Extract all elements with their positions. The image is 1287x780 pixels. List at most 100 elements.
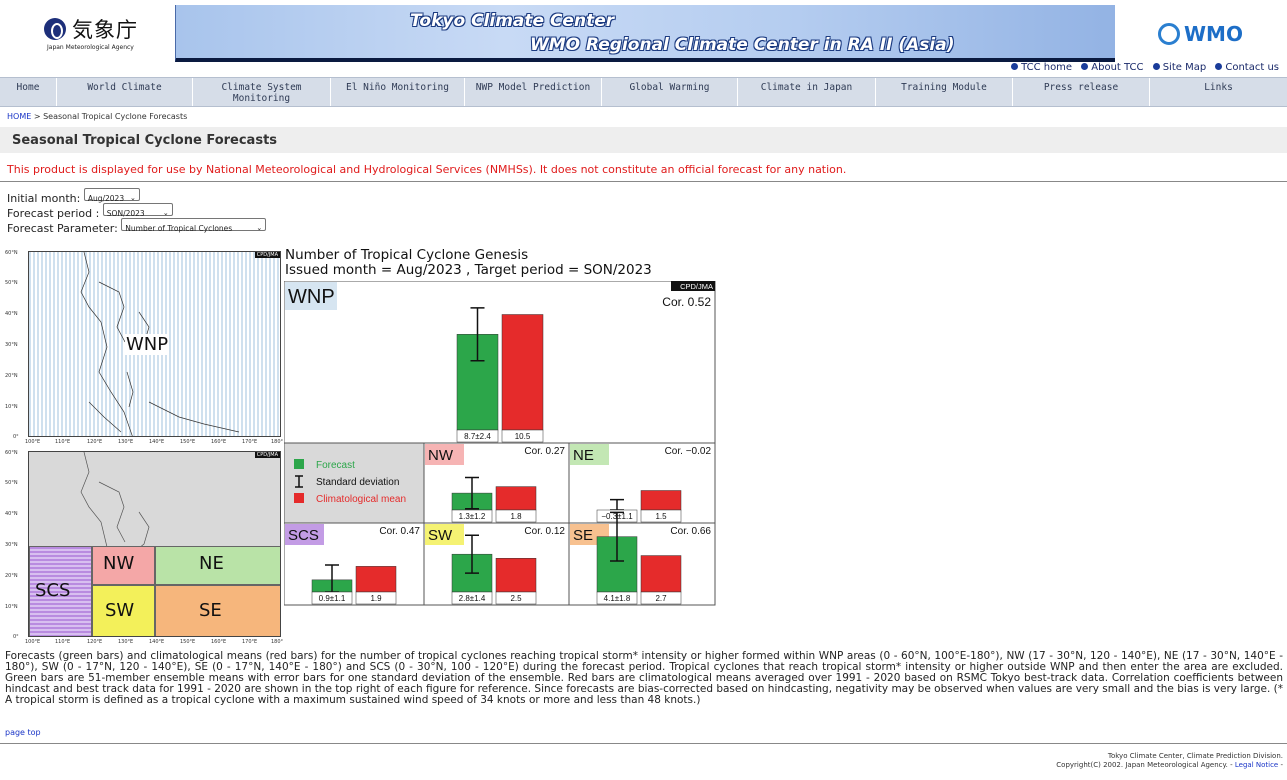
initial-month-select[interactable]: Aug/2023 ⌄: [83, 188, 140, 203]
panel-correlation: Cor. 0.66: [670, 526, 711, 537]
wmo-logo[interactable]: WMO: [1158, 20, 1258, 50]
nav-nwp-model-prediction[interactable]: NWP Model Prediction: [465, 78, 602, 106]
jma-name-jp: 気象庁: [72, 18, 138, 42]
region-label-se: SE: [199, 600, 222, 621]
forecast-period-select[interactable]: SON/2023 ⌄: [102, 203, 173, 218]
select-value: Number of Tropical Cyclones: [125, 224, 233, 233]
clim-bar: [495, 486, 537, 511]
lon-label: 140°E: [149, 439, 165, 445]
nav-el-nino-monitoring[interactable]: El Niño Monitoring: [331, 78, 465, 106]
top-links: TCC home About TCC Site Map Contact us: [1005, 62, 1279, 73]
nav-climate-system-monitoring[interactable]: Climate System Monitoring: [193, 78, 331, 106]
clim-value-label: 2.7: [655, 594, 667, 603]
lat-label: 30°N: [5, 542, 18, 548]
clim-value-label: 10.5: [515, 432, 531, 441]
nav-press-release[interactable]: Press release: [1013, 78, 1150, 106]
nav-links[interactable]: Links: [1150, 78, 1287, 106]
bullet-icon: [1011, 63, 1019, 70]
forecast-controls: Initial month: Aug/2023 ⌄ Forecast period…: [7, 188, 267, 235]
lon-label: 180°: [271, 639, 284, 645]
divider: [0, 743, 1287, 744]
lon-label: 100°E: [25, 439, 41, 445]
region-map-figure: 60°N 50°N 40°N 30°N 20°N 10°N 0° CPD/JMA…: [5, 248, 284, 648]
panel-region-label: SE: [573, 527, 593, 544]
lat-label: 10°N: [5, 404, 18, 410]
jma-emblem-icon: [44, 18, 66, 40]
breadcrumb-current: Seasonal Tropical Cyclone Forecasts: [43, 112, 188, 121]
lat-label: 0°: [13, 434, 19, 440]
clim-value-label: 1.5: [655, 512, 667, 521]
page-title: Seasonal Tropical Cyclone Forecasts: [0, 127, 1287, 153]
forecast-value-label: 0.9±1.1: [319, 594, 346, 603]
legal-notice-link[interactable]: Legal Notice: [1235, 761, 1278, 769]
lon-label: 130°E: [118, 639, 134, 645]
panel-wnp: [284, 281, 716, 444]
lat-label: 10°N: [5, 604, 18, 610]
map-credit: CPD/JMA: [254, 252, 280, 258]
region-label-sw: SW: [105, 600, 135, 621]
breadcrumb-home[interactable]: HOME: [7, 112, 31, 121]
region-label-ne: NE: [199, 553, 224, 574]
chart-title-line1: Number of Tropical Cyclone Genesis: [285, 247, 529, 263]
nav-home[interactable]: Home: [0, 78, 57, 106]
banner-subtitle: WMO Regional Climate Center in RA II (As…: [530, 35, 955, 55]
clim-value-label: 2.5: [510, 594, 522, 603]
lat-label: 50°N: [5, 480, 18, 486]
breadcrumb-separator: >: [31, 112, 44, 121]
banner-title: Tokyo Climate Center: [410, 11, 615, 31]
toplink-label: About TCC: [1091, 62, 1144, 73]
clim-value-label: 1.9: [370, 594, 382, 603]
parameter-label: Forecast Parameter:: [7, 222, 118, 235]
toplink-label: TCC home: [1021, 62, 1073, 73]
chart-title-line2: Issued month = Aug/2023 , Target period …: [285, 262, 652, 278]
toplink-site-map[interactable]: Site Map: [1152, 62, 1206, 73]
lon-label: 150°E: [180, 639, 196, 645]
lon-label: 120°E: [87, 639, 103, 645]
lon-label: 110°E: [55, 639, 71, 645]
forecast-value-label: 8.7±2.4: [464, 432, 491, 441]
lat-label: 20°N: [5, 373, 18, 379]
tc-genesis-chart: Forecast Standard deviation Climatological…: [284, 281, 716, 606]
wmo-globe-icon: [1158, 23, 1180, 45]
figure-caption: Forecasts (green bars) and climatologica…: [5, 650, 1283, 706]
nav-world-climate[interactable]: World Climate: [57, 78, 193, 106]
chart-title: Number of Tropical Cyclone Genesis Issue…: [285, 248, 652, 278]
toplink-contact-us[interactable]: Contact us: [1215, 62, 1279, 73]
lon-label: 160°E: [211, 639, 227, 645]
region-label-wnp: WNP: [125, 334, 170, 355]
clim-bar: [640, 555, 682, 593]
nav-global-warming[interactable]: Global Warming: [602, 78, 738, 106]
nav-climate-in-japan[interactable]: Climate in Japan: [738, 78, 876, 106]
panel-region-label: SW: [428, 527, 453, 544]
wmo-logo-text: WMO: [1184, 22, 1243, 46]
page-top-link[interactable]: page top: [5, 728, 41, 737]
jma-logo[interactable]: 気象庁 Japan Meteorological Agency: [44, 16, 144, 56]
map-subregions: CPD/JMA SCS NW NE SW SE: [28, 451, 281, 637]
panel-correlation: Cor. 0.27: [524, 446, 565, 457]
clim-bar: [501, 314, 544, 431]
lat-label: 30°N: [5, 342, 18, 348]
lat-label: 50°N: [5, 280, 18, 286]
legend-forecast-swatch: [294, 459, 304, 469]
forecast-value-label: 4.1±1.8: [604, 594, 631, 603]
panel-correlation: Cor. −0.02: [665, 446, 712, 457]
footer-line2: Copyright(C) 2002. Japan Meteorological …: [1056, 761, 1283, 770]
legend-clim-swatch: [294, 493, 304, 503]
region-label-nw: NW: [103, 553, 135, 574]
forecast-value-label: 2.8±1.4: [459, 594, 486, 603]
lon-label: 160°E: [211, 439, 227, 445]
panel-region-label: NW: [428, 447, 454, 464]
nav-training-module[interactable]: Training Module: [876, 78, 1013, 106]
footer-line1: Tokyo Climate Center, Climate Prediction…: [1107, 752, 1283, 760]
panel-region-label: SCS: [288, 527, 319, 544]
toplink-about-tcc[interactable]: About TCC: [1081, 62, 1144, 73]
map-credit: CPD/JMA: [254, 452, 280, 458]
bullet-icon: [1081, 63, 1089, 70]
forecast-parameter-select[interactable]: Number of Tropical Cyclones ⌄: [121, 218, 267, 233]
panel-region-label: NE: [573, 447, 594, 464]
toplink-tcc-home[interactable]: TCC home: [1011, 62, 1072, 73]
panel-correlation: Cor. 0.47: [379, 526, 420, 537]
tcc-banner: Tokyo Climate Center WMO Regional Climat…: [175, 5, 1115, 62]
clim-value-label: 1.8: [510, 512, 522, 521]
footer: Tokyo Climate Center, Climate Prediction…: [1056, 752, 1283, 770]
